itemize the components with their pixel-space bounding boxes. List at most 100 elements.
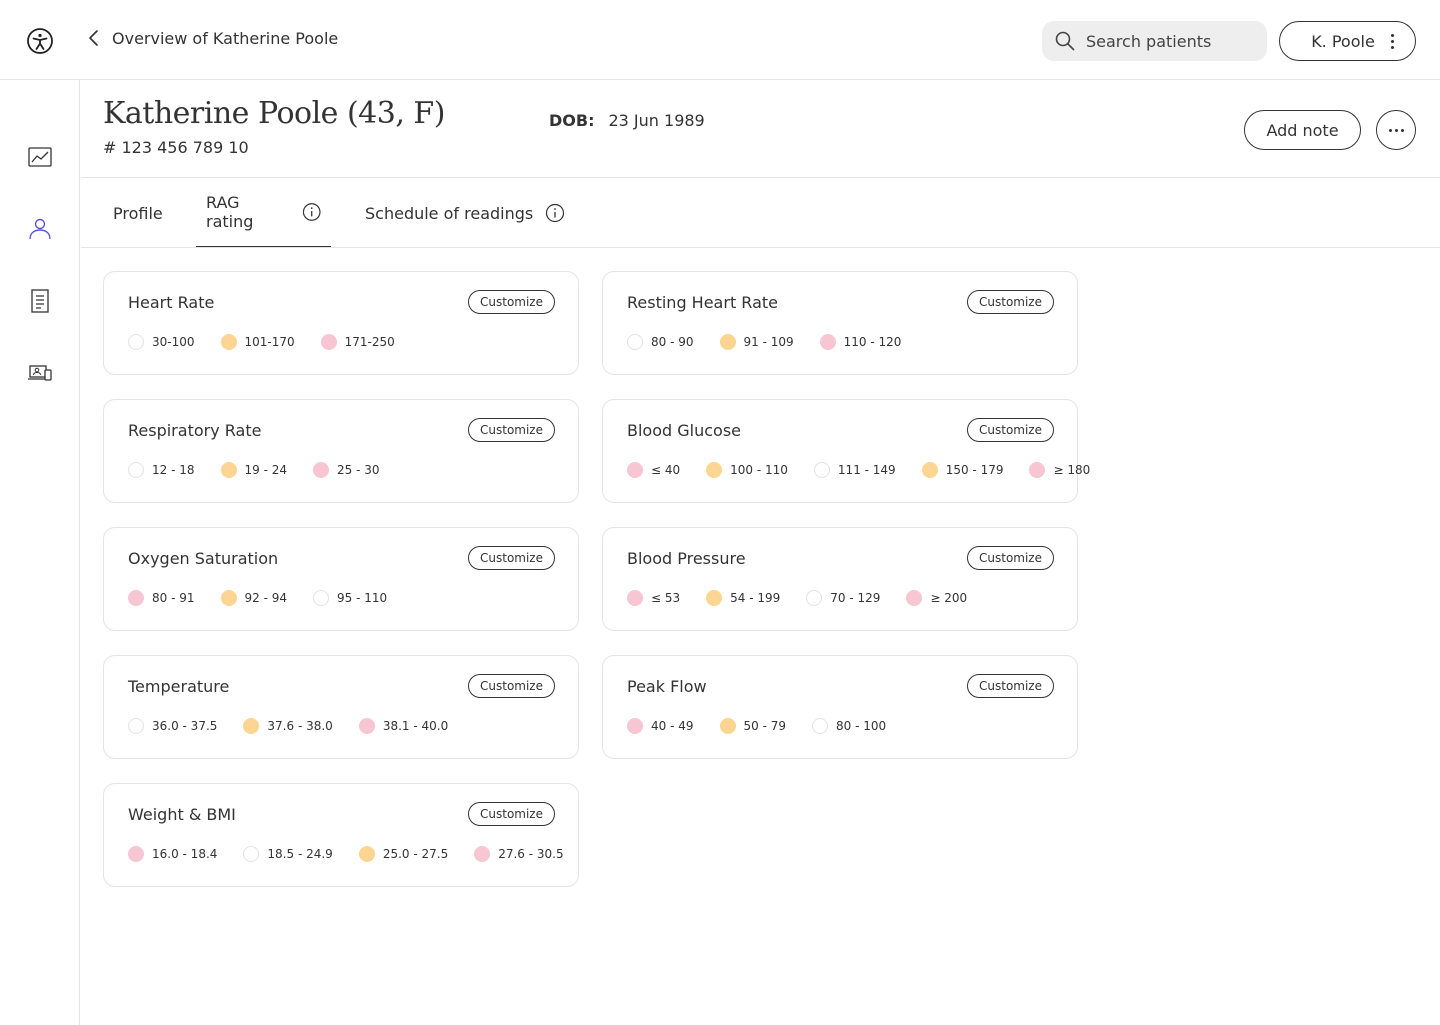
range-label: 70 - 129 [830,591,881,605]
range-label: 80 - 91 [152,591,195,605]
range-item: 27.6 - 30.5 [474,846,564,862]
range-label: 101-170 [244,335,295,349]
green-status-dot [313,590,329,606]
user-menu-button[interactable]: K. Poole [1279,21,1416,61]
document-icon[interactable] [27,288,53,314]
customize-button[interactable]: Customize [967,674,1054,698]
patient-id: # 123 456 789 10 [103,138,249,157]
range-list: ≤ 53 54 - 199 70 - 129 ≥ 200 [627,590,967,606]
range-item: 54 - 199 [706,590,780,606]
amber-status-dot [719,718,736,734]
tab-label: RAG rating [206,193,254,231]
search-icon [1055,31,1075,51]
dob-label: DOB: [549,111,595,130]
red-status-dot [627,718,643,734]
customize-button[interactable]: Customize [967,290,1054,314]
range-label: 95 - 110 [337,591,388,605]
range-list: ≤ 40 100 - 110 111 - 149 150 - 179 ≥ 180 [627,462,1090,478]
range-item: 18.5 - 24.9 [243,846,333,862]
range-label: 18.5 - 24.9 [267,847,333,861]
more-options-button[interactable] [1376,110,1416,150]
green-status-dot [813,462,830,478]
range-label: 110 - 120 [843,335,902,349]
range-item: 171-250 [320,334,395,350]
range-label: 37.6 - 38.0 [267,719,333,733]
card-title: Temperature [128,677,230,696]
search-input[interactable] [1086,31,1246,51]
range-label: 16.0 - 18.4 [152,847,218,861]
top-bar: Overview of Katherine Poole K. Poole [0,0,1440,80]
range-item: 80 - 91 [128,590,195,606]
range-label: 111 - 149 [837,463,896,477]
customize-button[interactable]: Customize [967,546,1054,570]
red-status-dot [627,590,643,606]
range-item: 25 - 30 [313,462,380,478]
amber-status-dot [719,334,736,350]
search-box[interactable] [1042,21,1267,61]
dob-value: 23 Jun 1989 [608,111,705,130]
range-item: 95 - 110 [313,590,387,606]
customize-button[interactable]: Customize [468,546,555,570]
devices-icon[interactable] [27,360,53,386]
person-icon[interactable] [27,216,53,242]
range-label: 54 - 199 [730,591,781,605]
info-icon[interactable] [545,203,565,223]
info-icon[interactable] [302,202,321,222]
tab-profile[interactable]: Profile [113,178,163,248]
range-item: ≤ 40 [627,462,680,478]
range-item: 37.6 - 38.0 [243,718,333,734]
patient-name: Katherine Poole (43, F) [103,96,445,131]
card-title: Blood Glucose [627,421,741,440]
range-label: ≥ 180 [1053,463,1091,477]
rag-card: Peak Flow Customize 40 - 49 50 - 79 80 - 100 [602,655,1078,759]
customize-button[interactable]: Customize [468,290,555,314]
range-item: ≥ 200 [906,590,967,606]
customize-button[interactable]: Customize [468,418,555,442]
range-item: ≤ 53 [627,590,680,606]
range-label: 50 - 79 [743,719,787,733]
range-item: 111 - 149 [813,462,896,478]
range-label: 100 - 110 [730,463,788,477]
green-status-dot [806,590,823,606]
green-status-dot [128,718,144,734]
range-item: 100 - 110 [706,462,788,478]
dob: DOB: 23 Jun 1989 [549,111,705,130]
red-status-dot [474,846,491,862]
card-title: Resting Heart Rate [627,293,778,312]
back-link[interactable]: Overview of Katherine Poole [86,28,338,48]
range-label: 30-100 [152,335,195,349]
card-title: Weight & BMI [128,805,236,824]
customize-button[interactable]: Customize [967,418,1054,442]
chart-icon[interactable] [27,144,53,170]
add-note-button[interactable]: Add note [1244,110,1361,150]
range-label: 19 - 24 [244,463,288,477]
rag-card: Oxygen Saturation Customize 80 - 91 92 - 94… [103,527,579,631]
accessibility-logo-icon[interactable] [26,27,54,55]
red-status-dot [313,462,329,478]
range-item: 110 - 120 [819,334,902,350]
tab-schedule-of-readings[interactable]: Schedule of readings [365,178,565,248]
range-item: 30-100 [128,334,195,350]
range-label: 36.0 - 37.5 [152,719,218,733]
range-item: 92 - 94 [220,590,287,606]
range-list: 80 - 91 92 - 94 95 - 110 [128,590,387,606]
range-label: 38.1 - 40.0 [382,719,449,733]
range-label: 40 - 49 [651,719,694,733]
range-item: 50 - 79 [719,718,787,734]
tab-rag-rating[interactable]: RAG rating [196,178,331,248]
range-list: 12 - 18 19 - 24 25 - 30 [128,462,380,478]
kebab-menu-icon [1390,33,1394,49]
red-status-dot [128,846,144,862]
range-item: 12 - 18 [128,462,195,478]
card-title: Respiratory Rate [128,421,262,440]
green-status-dot [128,462,144,478]
rag-card: Temperature Customize 36.0 - 37.5 37.6 - 38… [103,655,579,759]
range-label: 171-250 [344,335,395,349]
range-item: 80 - 100 [812,718,886,734]
range-item: 150 - 179 [921,462,1003,478]
red-status-dot [819,334,836,350]
customize-button[interactable]: Customize [468,802,555,826]
customize-button[interactable]: Customize [468,674,555,698]
range-item: 40 - 49 [627,718,694,734]
range-label: 91 - 109 [743,335,794,349]
